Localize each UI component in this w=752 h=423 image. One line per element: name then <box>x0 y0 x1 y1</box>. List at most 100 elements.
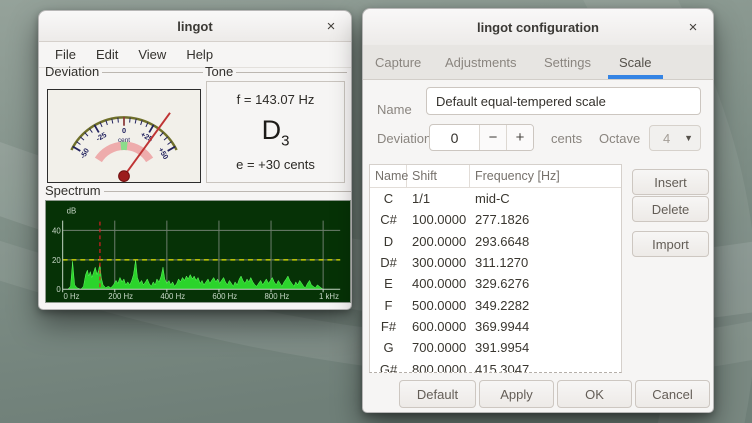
table-row[interactable]: G700.0000391.9954 <box>370 337 621 358</box>
deviation-frame: Deviation -50-250+25+50cent <box>45 64 203 184</box>
table-row[interactable]: G#800.0000415.3047 <box>370 358 621 373</box>
table-cell: 349.2282 <box>470 294 621 315</box>
x-tick-label: 800 Hz <box>265 292 290 301</box>
tab-adjustments[interactable]: Adjustments <box>443 45 519 79</box>
table-row[interactable]: D200.0000293.6648 <box>370 231 621 252</box>
db-axis-label: dB <box>67 207 77 216</box>
gauge-minor-tick <box>80 137 84 140</box>
tone-display: f = 143.07 Hz D3 e = +30 cents <box>206 81 345 183</box>
table-cell: C <box>370 188 407 209</box>
spin-minus-button[interactable]: − <box>479 125 506 150</box>
gauge-unit-label: cent <box>118 137 130 144</box>
table-cell: 100.0000 <box>407 209 470 230</box>
gauge-dial: -50-250+25+50cent <box>48 90 200 182</box>
tone-frame-label: Tone <box>205 64 236 79</box>
gauge-minor-tick <box>164 137 168 140</box>
table-cell: 369.9944 <box>470 316 621 337</box>
frame-line <box>102 72 203 73</box>
scale-name-value: Default equal-tempered scale <box>436 94 606 109</box>
column-header[interactable]: Frequency [Hz] <box>470 165 621 187</box>
table-row[interactable]: C#100.0000277.1826 <box>370 209 621 230</box>
main-titlebar[interactable]: lingot × <box>39 11 351 42</box>
table-cell: C# <box>370 209 407 230</box>
table-cell: D <box>370 231 407 252</box>
tabbar: Capture Adjustments Settings Scale <box>363 45 713 80</box>
spectrum-frame-label: Spectrum <box>45 183 104 198</box>
tab-capture[interactable]: Capture <box>373 45 423 79</box>
frame-line <box>104 191 351 192</box>
insert-button[interactable]: Insert <box>632 169 709 195</box>
table-row[interactable]: F#600.0000369.9944 <box>370 316 621 337</box>
config-window-title: lingot configuration <box>477 20 599 35</box>
deviation-spin-value[interactable]: 0 <box>430 125 479 150</box>
gauge-minor-tick <box>76 142 80 145</box>
config-titlebar[interactable]: lingot configuration × <box>363 9 713 46</box>
deviation-frame-header: Deviation <box>45 64 203 79</box>
table-row[interactable]: D#300.0000311.1270 <box>370 252 621 273</box>
table-row[interactable]: E400.0000329.6276 <box>370 273 621 294</box>
column-header[interactable]: Shift <box>407 165 470 187</box>
lingot-window: lingot × FileEditViewHelp Deviation -50-… <box>38 10 352 310</box>
apply-button[interactable]: Apply <box>479 380 554 408</box>
x-tick-label: 200 Hz <box>108 292 133 301</box>
spectrum-chart: dB020400 Hz200 Hz400 Hz600 Hz800 Hz1 kHz <box>46 201 350 302</box>
gauge-minor-tick <box>168 142 172 145</box>
gauge-tick-label: -25 <box>94 130 108 143</box>
default-button[interactable]: Default <box>399 380 476 408</box>
ok-button[interactable]: OK <box>557 380 632 408</box>
table-cell: E <box>370 273 407 294</box>
tone-frame-header: Tone <box>205 64 347 79</box>
import-button[interactable]: Import <box>632 231 709 257</box>
spin-plus-button[interactable]: + <box>506 125 533 150</box>
table-cell: 391.9954 <box>470 337 621 358</box>
delete-button[interactable]: Delete <box>632 196 709 222</box>
note-letter: D <box>262 115 282 145</box>
menu-item-help[interactable]: Help <box>176 44 223 65</box>
table-row[interactable]: F500.0000349.2282 <box>370 294 621 315</box>
y-tick-label: 40 <box>52 226 61 235</box>
gauge-minor-tick <box>160 132 163 136</box>
config-window: lingot configuration × Capture Adjustment… <box>362 8 714 413</box>
y-tick-label: 20 <box>52 256 61 265</box>
y-tick-label: 0 <box>56 285 61 294</box>
table-cell: 277.1826 <box>470 209 621 230</box>
spectrum-panel: dB020400 Hz200 Hz400 Hz600 Hz800 Hz1 kHz <box>45 200 351 303</box>
gauge-major-tick <box>149 125 153 133</box>
octave-dropdown[interactable]: 4 ▼ <box>649 125 701 151</box>
table-cell: 800.0000 <box>407 358 470 373</box>
close-icon[interactable]: × <box>321 16 341 36</box>
scale-name-input[interactable]: Default equal-tempered scale <box>426 87 701 115</box>
spectrum-frame-header: Spectrum <box>45 183 351 198</box>
gauge-major-tick <box>168 147 176 151</box>
table-cell: 600.0000 <box>407 316 470 337</box>
octave-label: Octave <box>599 131 640 146</box>
menu-item-edit[interactable]: Edit <box>86 44 128 65</box>
x-tick-label: 1 kHz <box>319 292 339 301</box>
gauge-pivot <box>119 171 130 182</box>
deviation-frame-label: Deviation <box>45 64 102 79</box>
table-cell: 400.0000 <box>407 273 470 294</box>
gauge-minor-tick <box>130 118 131 123</box>
desktop: lingot × FileEditViewHelp Deviation -50-… <box>0 0 752 423</box>
gauge-minor-tick <box>89 129 92 133</box>
menu-item-view[interactable]: View <box>128 44 176 65</box>
x-tick-label: 400 Hz <box>160 292 185 301</box>
scale-table[interactable]: NameShiftFrequency [Hz]C1/1mid-CC#100.00… <box>369 164 622 373</box>
column-header[interactable]: Name <box>370 165 407 187</box>
deviation-gauge: -50-250+25+50cent <box>47 89 201 183</box>
gauge-major-tick <box>94 125 98 133</box>
cancel-button[interactable]: Cancel <box>635 380 710 408</box>
close-icon[interactable]: × <box>683 17 703 37</box>
table-cell: F# <box>370 316 407 337</box>
tab-scale[interactable]: Scale <box>617 45 654 79</box>
menu-item-file[interactable]: File <box>45 44 86 65</box>
table-cell: 200.0000 <box>407 231 470 252</box>
table-cell: 293.6648 <box>470 231 621 252</box>
cents-label: cents <box>551 131 582 146</box>
gauge-major-tick <box>73 147 81 151</box>
table-cell: G# <box>370 358 407 373</box>
tab-settings[interactable]: Settings <box>542 45 593 79</box>
tone-note: D3 <box>262 115 290 149</box>
deviation-label: Deviation <box>377 131 431 146</box>
table-row[interactable]: C1/1mid-C <box>370 188 621 209</box>
